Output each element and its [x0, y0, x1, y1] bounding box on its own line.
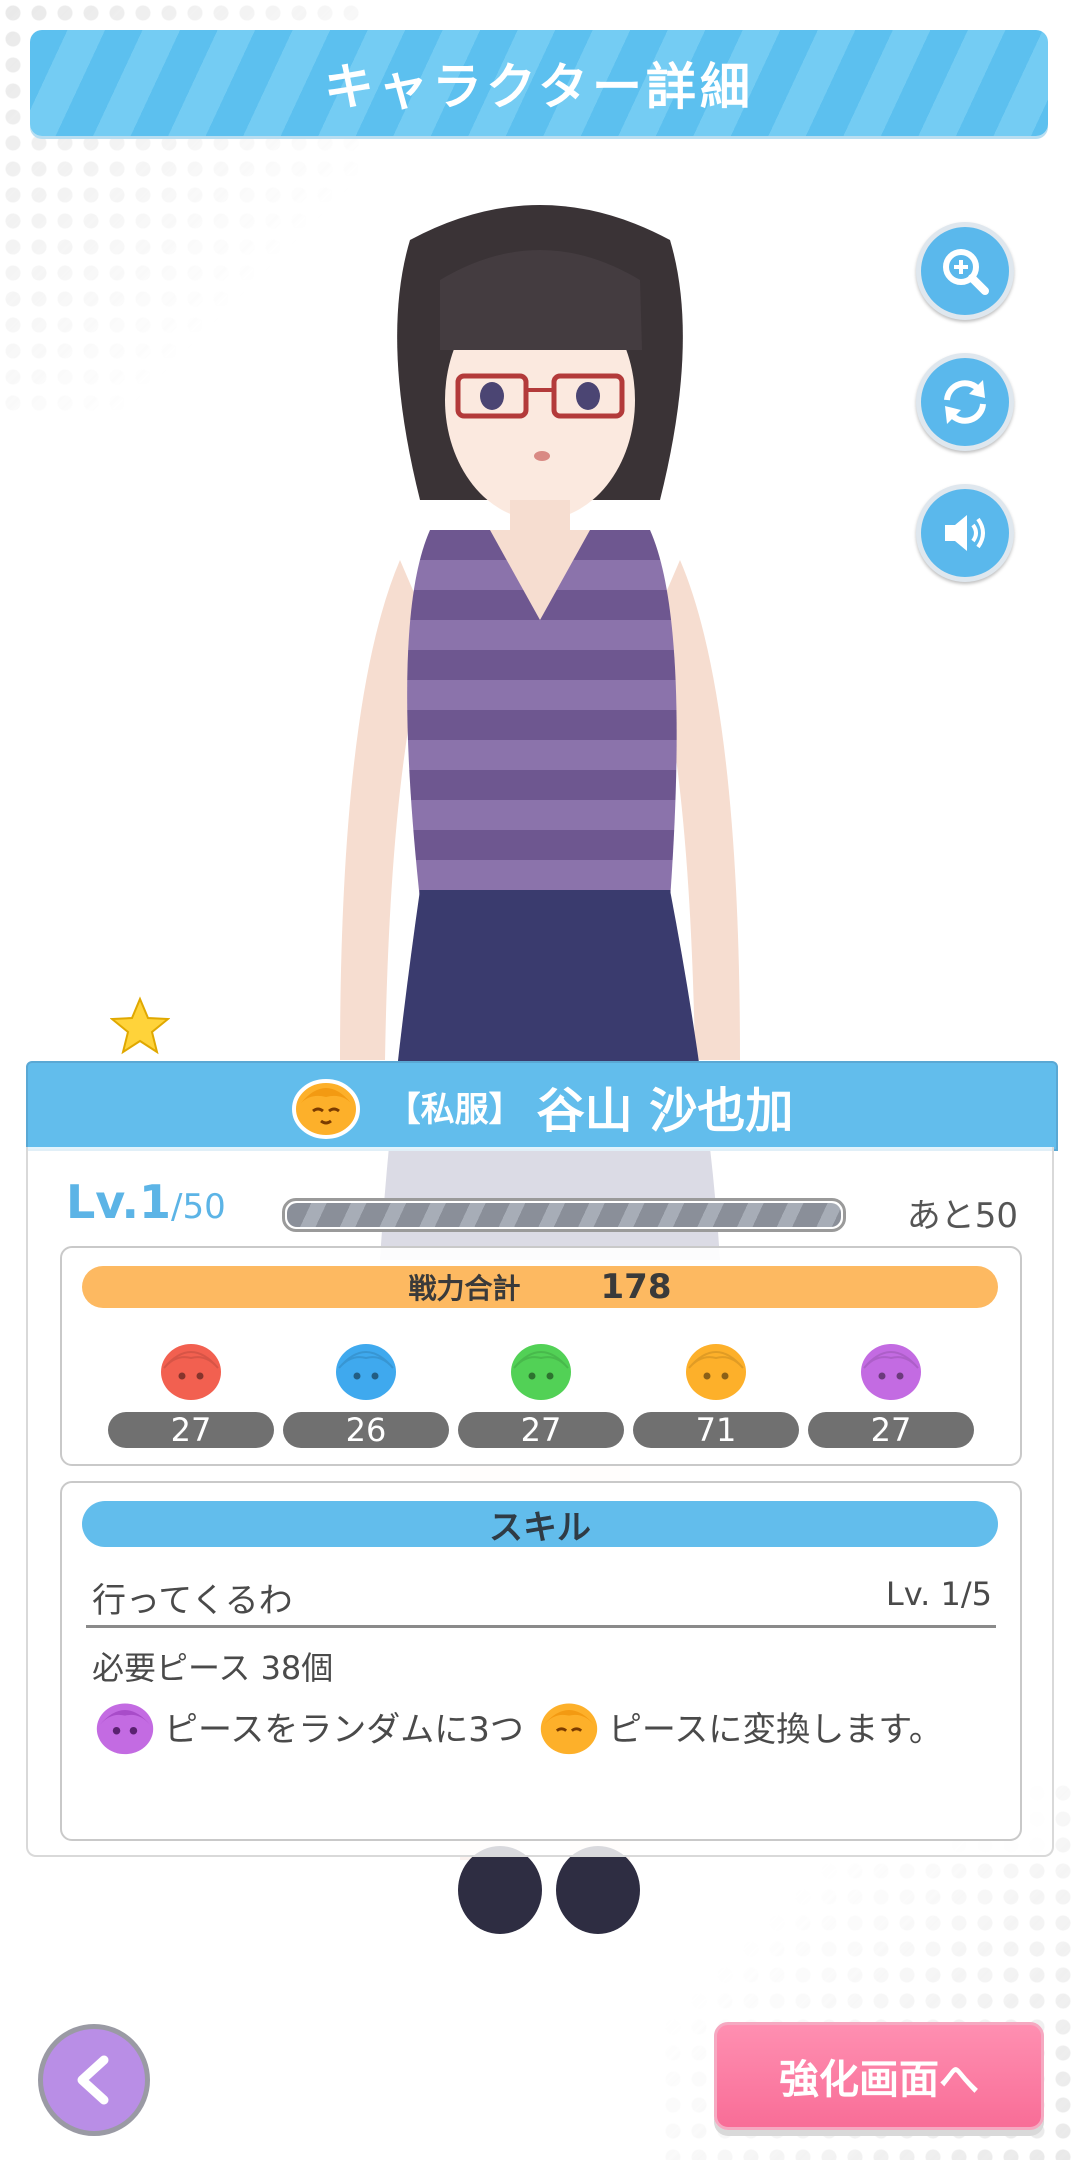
xp-track [287, 1203, 841, 1227]
skill-desc-part1: ピースをランダムに3つ [164, 1709, 524, 1750]
level-value: 1 [139, 1175, 172, 1229]
attribute-piece-icon [161, 1344, 221, 1400]
level-prefix: Lv. [66, 1175, 140, 1229]
attribute-stat: 27 [108, 1336, 274, 1448]
xp-progress-bar [282, 1198, 846, 1232]
attribute-value: 26 [283, 1412, 449, 1448]
rarity-star-icon [110, 996, 170, 1055]
purple-piece-icon [96, 1703, 154, 1755]
attribute-piece-icon [686, 1344, 746, 1400]
character-name-header: 【私服】 谷山 沙也加 [26, 1061, 1058, 1151]
max-level: /50 [171, 1187, 226, 1227]
skill-level: Lv. 1/5 [885, 1575, 992, 1613]
power-total-bar: 戦力合計 178 [82, 1266, 998, 1308]
attribute-face-icon [291, 1079, 360, 1139]
chevron-left-icon [77, 2055, 109, 2105]
attribute-piece-icon [861, 1344, 921, 1400]
page-title: キャラクター詳細 [324, 58, 754, 116]
voice-button[interactable] [916, 484, 1014, 582]
outfit-tag: 【私服】 [386, 1089, 523, 1130]
stats-box: 戦力合計 178 27 26 27 71 27 [60, 1246, 1022, 1466]
skill-description: ピースをランダムに3つ ピースに変換します。 [92, 1695, 943, 1757]
back-button[interactable] [38, 2024, 150, 2136]
xp-remaining: あと50 [906, 1196, 1018, 1236]
skill-header: スキル [82, 1501, 998, 1548]
enhance-screen-button[interactable]: 強化画面へ [714, 2022, 1044, 2130]
power-value: 178 [600, 1267, 672, 1307]
skill-name: 行ってくるわ [92, 1581, 293, 1621]
attribute-value: 27 [808, 1412, 974, 1448]
skill-box: スキル 行ってくるわ Lv. 1/5 必要ピース 38個 ピースをランダムに3つ… [60, 1481, 1022, 1841]
attribute-stat: 26 [283, 1336, 449, 1448]
title-bar: キャラクター詳細 [30, 30, 1048, 136]
skill-cost: 必要ピース 38個 [92, 1649, 334, 1687]
orange-piece-icon [540, 1703, 598, 1755]
attribute-value: 27 [458, 1412, 624, 1448]
attribute-value: 71 [633, 1412, 799, 1448]
rotate-button[interactable] [916, 353, 1014, 451]
speaker-icon [945, 515, 985, 551]
power-label: 戦力合計 [408, 1272, 521, 1305]
skill-desc-part2: ピースに変換します。 [607, 1709, 943, 1750]
attribute-stat: 27 [458, 1336, 624, 1448]
attribute-piece-icon [511, 1344, 571, 1400]
zoom-button[interactable] [916, 222, 1014, 320]
divider [86, 1625, 996, 1628]
attribute-stat: 71 [633, 1336, 799, 1448]
attribute-value: 27 [108, 1412, 274, 1448]
attribute-piece-icon [336, 1344, 396, 1400]
rotate-icon [944, 380, 986, 424]
attribute-stat: 27 [808, 1336, 974, 1448]
enhance-label: 強化画面へ [779, 2057, 979, 2103]
zoom-in-icon [943, 249, 989, 295]
level-display: Lv.1/50 [66, 1175, 226, 1229]
character-name: 谷山 沙也加 [536, 1083, 794, 1139]
